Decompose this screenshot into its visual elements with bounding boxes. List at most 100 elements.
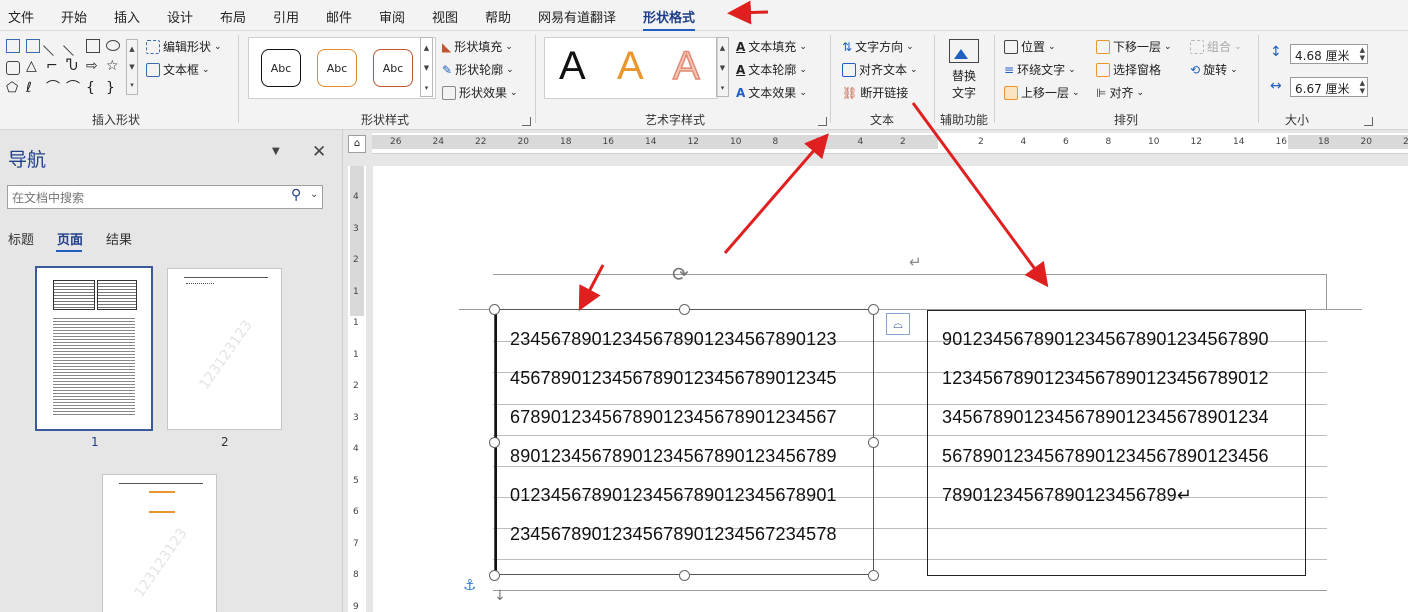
shape-effects-button[interactable]: 形状效果 ⌄ [442,84,518,101]
break-link-button[interactable]: ⛓ 断开链接 [842,84,908,101]
shape-style-gallery-scroll[interactable]: ▲ ▼ ▾ [420,37,433,97]
tab-review[interactable]: 审阅 [379,7,405,26]
position-button[interactable]: 位置 ⌄ [1004,38,1056,55]
chevron-down-icon: ⌄ [1230,64,1238,75]
tab-shape-format[interactable]: 形状格式 [643,7,696,32]
right-brace-shape-icon[interactable]: } [106,81,120,95]
nav-options-icon[interactable]: ▼ [272,146,280,157]
rounded-rect-shape-icon[interactable] [6,61,20,75]
tab-design[interactable]: 设计 [167,7,193,26]
tab-mailings[interactable]: 邮件 [326,7,352,26]
rotate-handle-icon[interactable]: ⟳ [672,262,689,286]
resize-handle[interactable] [679,570,690,581]
vertical-ruler[interactable]: 4 3 2 1 1 1 2 3 4 5 6 7 8 9 [348,166,366,612]
curve-shape-icon[interactable]: ℓ [26,81,40,95]
shape-style-orange[interactable]: Abc [317,49,357,87]
send-backward-button[interactable]: 下移一层 ⌄ [1096,38,1172,55]
tab-results[interactable]: 结果 [106,229,132,248]
shape-style-black[interactable]: Abc [261,49,301,87]
resize-handle[interactable] [489,304,500,315]
line-shape-icon[interactable] [43,36,63,56]
layout-options-icon[interactable]: ⌓ [886,313,910,335]
resize-handle[interactable] [868,304,879,315]
group-label-accessibility: 辅助功能 [939,113,988,127]
size-launcher-icon[interactable] [1364,117,1373,126]
connector-shape-icon[interactable]: Ⴠ [66,59,80,73]
shape-gallery[interactable]: △ ⌐ Ⴠ ⇨ ☆ ⬠ ℓ ⌒ ⌒ { } [4,36,124,95]
shape-styles-launcher-icon[interactable] [522,117,531,126]
search-box[interactable]: ⚲ ⌄ [7,185,323,209]
resize-handle[interactable] [679,304,690,315]
wordart-style-outline[interactable]: A [672,43,700,89]
tab-layout[interactable]: 布局 [220,7,246,26]
text-outline-button[interactable]: A 文本轮廓 ⌄ [736,61,807,78]
page-thumbnail-2[interactable]: 123123123 [167,268,282,430]
arrow-line-shape-icon[interactable] [63,36,83,56]
thumb-watermark: 123123123 [131,525,191,601]
spinner-arrows-icon[interactable]: ▲ ▼ [1360,79,1365,95]
alt-text-button[interactable]: 替换 文字 [946,39,982,103]
edit-shape-button[interactable]: 编辑形状 ⌄ [146,38,222,55]
spinner-arrows-icon[interactable]: ▲ ▼ [1360,46,1365,62]
shape-style-red[interactable]: Abc [373,49,413,87]
bring-forward-button[interactable]: 上移一层 ⌄ [1004,84,1080,101]
shape-width-input[interactable]: 6.67 厘米 ▲ ▼ [1290,77,1368,97]
search-input[interactable] [10,188,284,208]
tab-pages[interactable]: 页面 [57,229,83,248]
horizontal-ruler[interactable]: 26 24 22 20 18 16 14 12 10 8 6 4 2 2 4 6 8 10 12 14 16 18 20 2… [372,133,1408,154]
wordart-launcher-icon[interactable] [818,117,827,126]
wrap-text-button[interactable]: ≡ 环绕文字 ⌄ [1004,61,1076,78]
page-thumbnail-1[interactable] [35,266,153,431]
textbox-shape-icon[interactable] [6,39,20,53]
wordart-gallery[interactable]: A A A [544,37,718,99]
shape-outline-button[interactable]: ✎ 形状轮廓 ⌄ [442,61,514,78]
resize-handle[interactable] [489,437,500,448]
left-brace-shape-icon[interactable]: { [86,81,100,95]
page-thumbnail-3[interactable]: 123123123 [102,474,217,612]
tab-home[interactable]: 开始 [61,7,87,26]
freeform-shape-icon[interactable]: ⌒ [66,81,80,95]
tab-youdao[interactable]: 网易有道翻译 [538,7,616,26]
resize-handle[interactable] [868,437,879,448]
chevron-down-icon[interactable]: ⌄ [310,189,318,200]
resize-handle[interactable] [489,570,500,581]
text-box-button[interactable]: 文本框 ⌄ [146,61,210,78]
selection-pane-button[interactable]: 选择窗格 [1096,61,1161,78]
align-text-button[interactable]: 对齐文本 ⌄ [842,61,918,78]
rotate-button[interactable]: ⟲ 旋转 ⌄ [1190,61,1238,78]
wordart-style-orange[interactable]: A [617,44,644,89]
ruler-tick-label: 18 [1318,137,1330,147]
vertical-textbox-shape-icon[interactable] [26,39,40,53]
text-effects-button[interactable]: A 文本效果 ⌄ [736,84,807,101]
wordart-style-black[interactable]: A [559,44,586,89]
text-fill-button[interactable]: A 文本填充 ⌄ [736,38,807,55]
tab-help[interactable]: 帮助 [485,7,511,26]
search-icon[interactable]: ⚲ [291,187,301,203]
close-icon[interactable]: ✕ [312,142,326,162]
tab-references[interactable]: 引用 [273,7,299,26]
text-direction-button[interactable]: ⇅ 文字方向 ⌄ [842,38,914,55]
tab-insert[interactable]: 插入 [114,7,140,26]
star-shape-icon[interactable]: ☆ [106,59,120,73]
resize-handle[interactable] [868,570,879,581]
shape-height-input[interactable]: 4.68 厘米 ▲ ▼ [1290,44,1368,64]
tab-view[interactable]: 视图 [432,7,458,26]
tab-file[interactable]: 文件 [8,7,34,26]
arc-shape-icon[interactable]: ⌒ [46,81,60,95]
align-button[interactable]: ⊫ 对齐 ⌄ [1096,84,1144,101]
pentagon-shape-icon[interactable]: ⬠ [6,81,20,95]
shape-style-gallery[interactable]: Abc Abc Abc [248,37,436,99]
tab-headings[interactable]: 标题 [8,229,34,248]
shape-gallery-scroll[interactable]: ▲ ▼ ▾ [126,39,138,95]
rectangle-shape-icon[interactable] [86,39,100,53]
right-arrow-shape-icon[interactable]: ⇨ [86,59,100,73]
group-divider [830,35,831,123]
oval-shape-icon[interactable] [106,40,120,51]
ruler-tab-selector[interactable]: ⌂ [348,135,366,153]
triangle-shape-icon[interactable]: △ [26,59,40,73]
ruler-tick-label: 3 [353,223,359,234]
group-objects-button[interactable]: 组合 ⌄ [1190,38,1242,55]
elbow-connector-shape-icon[interactable]: ⌐ [46,59,60,73]
wordart-gallery-scroll[interactable]: ▲ ▼ ▾ [716,37,729,97]
shape-fill-button[interactable]: ◣ 形状填充 ⌄ [442,38,513,55]
